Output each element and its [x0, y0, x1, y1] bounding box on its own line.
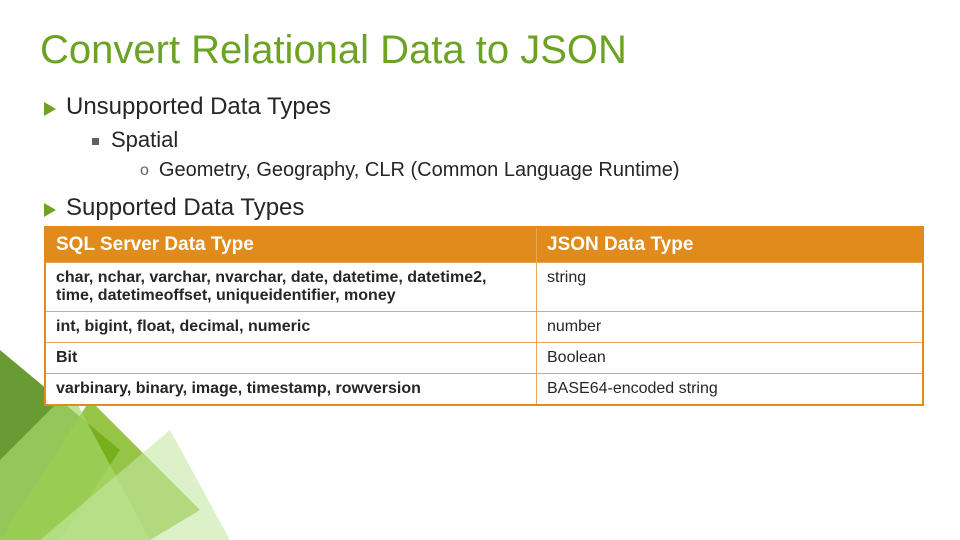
cell-sql: char, nchar, varchar, nvarchar, date, da…: [45, 263, 537, 312]
bullet-unsupported: Unsupported Data Types: [44, 93, 920, 121]
cell-sql: Bit: [45, 343, 537, 374]
bullet-text: Unsupported Data Types: [66, 93, 331, 121]
table-header-row: SQL Server Data Type JSON Data Type: [45, 227, 923, 263]
arrow-icon: [44, 102, 56, 116]
cell-json: string: [537, 263, 924, 312]
table-row: Bit Boolean: [45, 343, 923, 374]
bullet-text: Geometry, Geography, CLR (Common Languag…: [159, 159, 680, 182]
cell-json: BASE64-encoded string: [537, 374, 924, 406]
bullet-supported: Supported Data Types: [44, 194, 920, 222]
square-icon: [92, 138, 99, 145]
cell-sql: int, bigint, float, decimal, numeric: [45, 312, 537, 343]
col-sql: SQL Server Data Type: [45, 227, 537, 263]
cell-json: Boolean: [537, 343, 924, 374]
circle-icon: o: [140, 162, 149, 180]
cell-json: number: [537, 312, 924, 343]
bullet-text: Supported Data Types: [66, 194, 304, 222]
col-json: JSON Data Type: [537, 227, 924, 263]
cell-sql: varbinary, binary, image, timestamp, row…: [45, 374, 537, 406]
table-row: varbinary, binary, image, timestamp, row…: [45, 374, 923, 406]
type-mapping-table: SQL Server Data Type JSON Data Type char…: [44, 226, 924, 406]
table-row: char, nchar, varchar, nvarchar, date, da…: [45, 263, 923, 312]
table-row: int, bigint, float, decimal, numeric num…: [45, 312, 923, 343]
bullet-spatial-detail: o Geometry, Geography, CLR (Common Langu…: [140, 159, 920, 182]
slide-title: Convert Relational Data to JSON: [40, 28, 920, 73]
arrow-icon: [44, 203, 56, 217]
bullet-text: Spatial: [111, 127, 178, 153]
bullet-spatial: Spatial: [92, 127, 920, 153]
